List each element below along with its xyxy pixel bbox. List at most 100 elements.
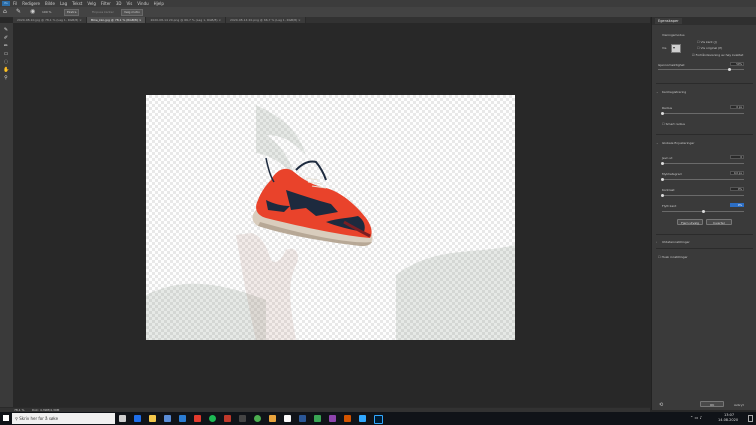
menu-3d[interactable]: 3D [116,0,122,7]
menu-help[interactable]: Hjelp [154,0,164,7]
canvas-image [146,95,515,340]
zoom-icon[interactable]: ⚲ [3,76,9,81]
edge-browser-icon[interactable] [134,415,141,422]
app-dark-icon[interactable] [239,415,246,422]
smart-radius-checkbox[interactable]: ☐ Smart radius [662,122,685,126]
clock-time[interactable]: 13:07 [724,413,734,417]
tab-properties[interactable]: Egenskaper [655,18,682,24]
menu-type[interactable]: Tekst [72,0,82,7]
opera-icon[interactable] [194,415,201,422]
view-mode-heading: Visningsmodus [662,33,685,37]
notifications-icon[interactable] [748,415,753,422]
photoshop-logo-icon: Ps [2,1,10,6]
transparency-value[interactable]: 50% [730,62,744,66]
app-purple-icon[interactable] [329,415,336,422]
edge-detection-heading: Kantregistrering [662,90,687,94]
feather-slider[interactable] [662,179,744,180]
radius-label: Radius [662,106,673,110]
app-orange-icon[interactable] [269,415,276,422]
spotify-icon[interactable] [209,415,216,422]
menu-edit[interactable]: Redigere [22,0,40,7]
smooth-value[interactable]: 0 [730,155,744,159]
smooth-slider[interactable] [662,163,744,164]
remember-settings-checkbox[interactable]: ☐ Husk innstillinger [658,255,688,259]
menu-image[interactable]: Bilde [45,0,55,7]
output-settings-heading: Utdatainnstillinger [662,240,690,244]
collapse-arrow-icon[interactable]: ⌄ [656,90,659,94]
photoshop-taskbar-icon[interactable] [359,415,366,422]
windows-start-icon[interactable] [3,415,9,421]
properties-panel: Egenskaper Visningsmodus Vis ▾ ☐ Vis kan… [651,17,756,410]
quick-selection-icon[interactable]: ✎ [3,28,9,33]
brush-tool-icon[interactable]: ✎ [16,8,21,15]
divider [656,134,753,135]
tray-icons[interactable]: ⌃ ▭ ♪ [690,415,702,420]
view-label: Vis [662,46,667,50]
radius-slider[interactable] [662,113,744,114]
clock-date[interactable]: 14.08.2020 [718,418,738,422]
photoshop-active-icon[interactable] [374,415,383,424]
radius-value[interactable]: 0 px [730,105,744,109]
refine-edge-option[interactable]: Finpuss kanter [92,10,114,14]
image-canvas[interactable] [146,95,515,340]
feather-value[interactable]: 0,0 px [730,171,744,175]
taskbar-search-box[interactable]: ⚲ Skriv her for å søke [12,413,115,424]
hand-icon[interactable]: ✋ [3,68,9,73]
brush-icon[interactable]: ✏ [3,44,9,49]
app-red-orange-icon[interactable] [344,415,351,422]
menu-filter[interactable]: Filter [101,0,111,7]
feather-knob[interactable] [661,178,664,181]
smooth-knob[interactable] [661,162,664,165]
tab-label: 2020-08-14 20.png @ 66,7 % (Lag 1, RGB/8… [230,18,298,22]
menu-file[interactable]: Fil [13,0,17,7]
contrast-value[interactable]: 0% [730,187,744,191]
object-selection-icon[interactable]: ▭ [3,52,9,57]
remember-settings-label: Husk innstillinger [661,255,688,259]
mode-select[interactable]: Ekstra [64,9,80,16]
transparency-slider[interactable] [658,69,744,70]
radius-knob[interactable] [661,112,664,115]
select-subject-button[interactable]: Velg motiv [121,9,143,16]
menu-select[interactable]: Velg [87,0,96,7]
transparency-knob[interactable] [728,68,731,71]
zoom-option: 100 % [42,10,52,14]
shift-edge-knob[interactable] [702,210,705,213]
show-original-checkbox[interactable]: ☐ Vis original (P) [697,46,722,50]
file-explorer-icon[interactable] [149,415,156,422]
shift-edge-value[interactable]: 0% [730,203,744,207]
excel-icon[interactable] [314,415,321,422]
invert-button[interactable]: Inverter [706,219,732,225]
refine-edge-brush-icon[interactable]: ✐ [3,36,9,41]
smooth-label: Jevn ut [662,156,673,160]
tools-panel: ✎ ✐ ✏ ▭ ◌ ✋ ⚲ [0,23,14,410]
ok-button[interactable]: OK [700,401,724,407]
collapse-arrow-icon[interactable]: ⌄ [656,141,659,145]
view-thumbnail[interactable]: ▾ [671,44,681,53]
menu-layer[interactable]: Lag [60,0,67,7]
cancel-button[interactable]: Avbryt [734,403,744,407]
hq-preview-checkbox[interactable]: ☑ Forhåndsvisning av høy kvalitet [692,53,743,57]
contrast-slider[interactable] [662,195,744,196]
store-icon[interactable] [164,415,171,422]
brush-settings-icon[interactable]: ◉ [30,8,35,15]
task-view-icon[interactable] [119,415,126,422]
contrast-label: Kontrast [662,188,675,192]
mail-icon[interactable] [179,415,186,422]
reset-icon[interactable]: ⟲ [659,402,663,408]
menu-window[interactable]: Vindu [137,0,148,7]
divider [656,83,753,84]
app-white-icon[interactable] [284,415,291,422]
clear-selection-button[interactable]: Fjern utvalg [677,219,703,225]
search-icon: ⚲ [15,416,18,421]
app-red-icon[interactable] [224,415,231,422]
smart-radius-label: Smart radius [665,122,685,126]
lasso-icon[interactable]: ◌ [3,60,9,65]
home-icon[interactable]: ⌂ [3,8,7,15]
show-edge-checkbox[interactable]: ☐ Vis kant (J) [697,40,717,44]
tab-label: Mike_kko.jpg @ 78,1 % (RGB/8) [90,18,138,22]
expand-arrow-icon[interactable]: › [656,240,657,244]
chrome-icon[interactable] [254,415,261,422]
menu-view[interactable]: Vis [126,0,132,7]
contrast-knob[interactable] [661,194,664,197]
word-icon[interactable] [299,415,306,422]
